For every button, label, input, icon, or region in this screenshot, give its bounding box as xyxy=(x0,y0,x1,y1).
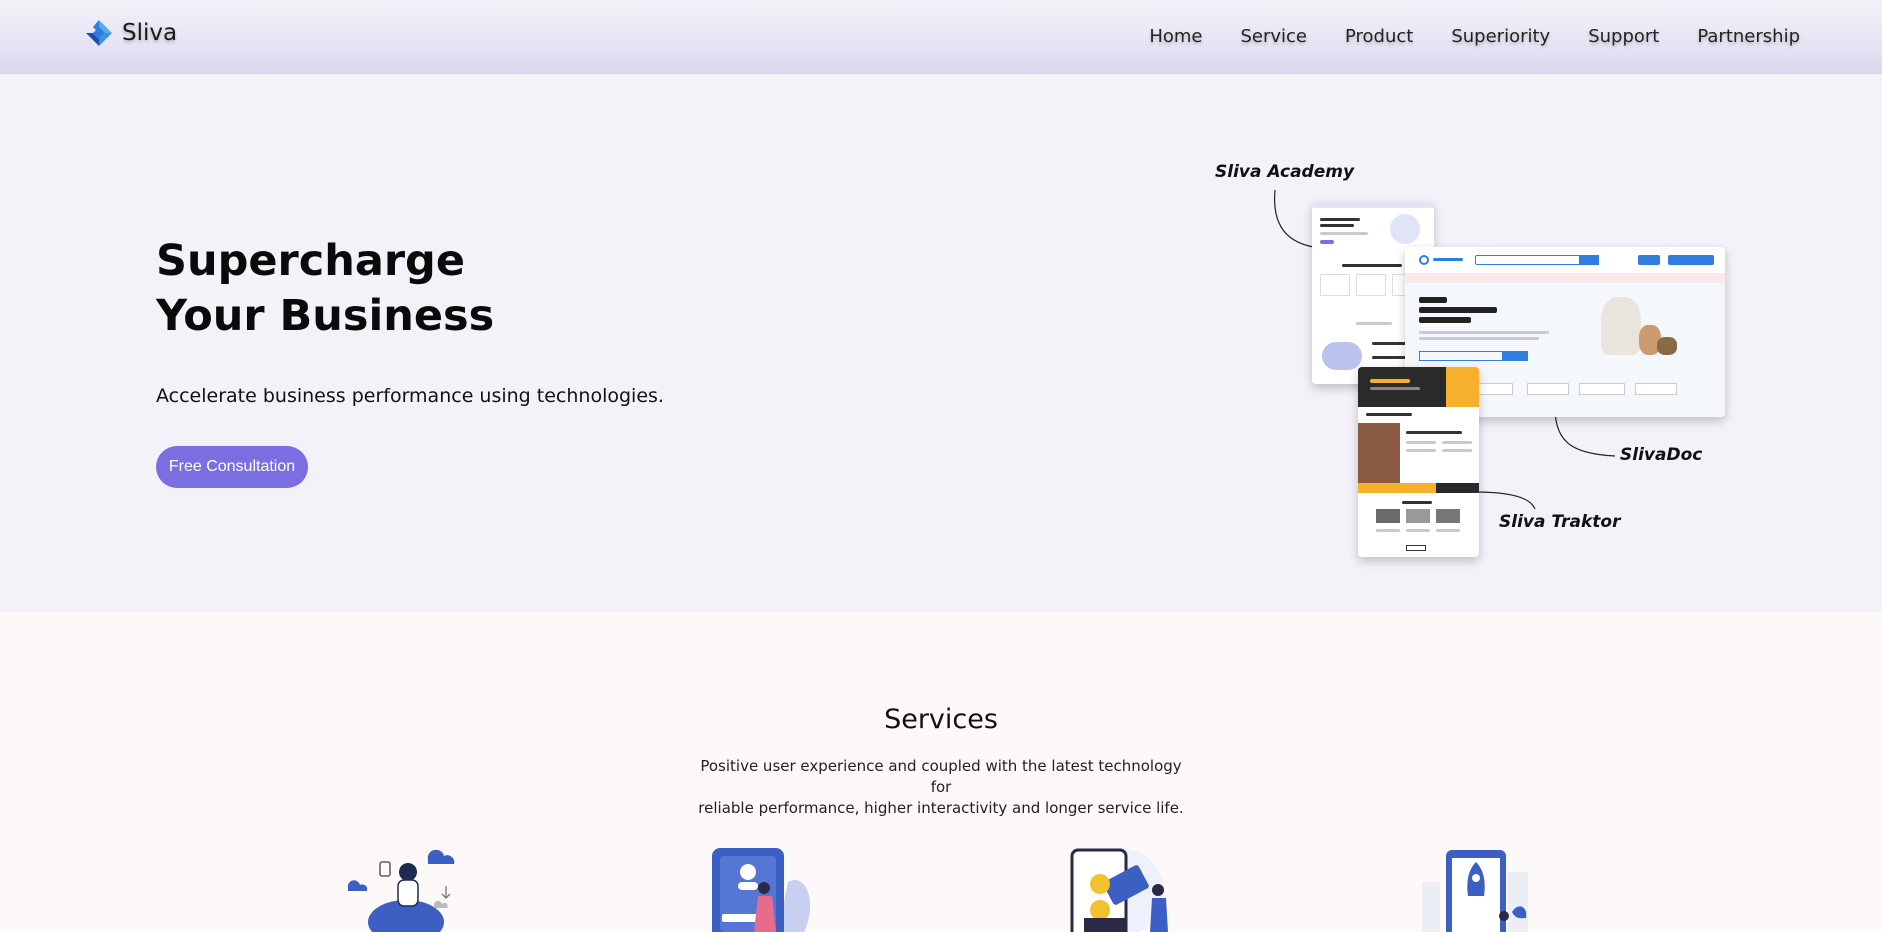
nav-support[interactable]: Support xyxy=(1588,26,1659,47)
sliva-logo-icon xyxy=(86,20,112,46)
site-header: Sliva Home Service Product Superiority S… xyxy=(0,0,1882,74)
sliva-traktor-screenshot xyxy=(1358,367,1479,557)
services-desc-line1: Positive user experience and coupled wit… xyxy=(700,757,1182,796)
hero-title-line2: Your Business xyxy=(156,291,495,341)
brand-logo[interactable]: Sliva xyxy=(84,18,177,48)
payment-card-illustration xyxy=(1070,848,1168,932)
services-title: Services xyxy=(884,704,998,735)
brand-name: Sliva xyxy=(122,20,178,46)
services-description: Positive user experience and coupled wit… xyxy=(691,756,1191,819)
nav-home[interactable]: Home xyxy=(1149,26,1202,47)
nav-superiority[interactable]: Superiority xyxy=(1451,26,1550,47)
services-desc-line2: reliable performance, higher interactivi… xyxy=(698,799,1184,817)
nav-service[interactable]: Service xyxy=(1240,26,1307,47)
hero-title: Supercharge Your Business xyxy=(156,234,494,344)
main-nav: Home Service Product Superiority Support… xyxy=(1149,26,1800,47)
nav-product[interactable]: Product xyxy=(1345,26,1413,47)
hero-section: Supercharge Your Business Accelerate bus… xyxy=(0,74,1882,612)
nav-partnership[interactable]: Partnership xyxy=(1697,26,1800,47)
mobile-login-illustration xyxy=(712,848,811,932)
free-consultation-button[interactable]: Free Consultation xyxy=(156,446,308,488)
hero-subtitle: Accelerate business performance using te… xyxy=(156,385,664,407)
rocket-launch-illustration xyxy=(1422,850,1528,932)
cloud-user-illustration xyxy=(347,849,455,932)
hero-title-line1: Supercharge xyxy=(156,236,465,286)
